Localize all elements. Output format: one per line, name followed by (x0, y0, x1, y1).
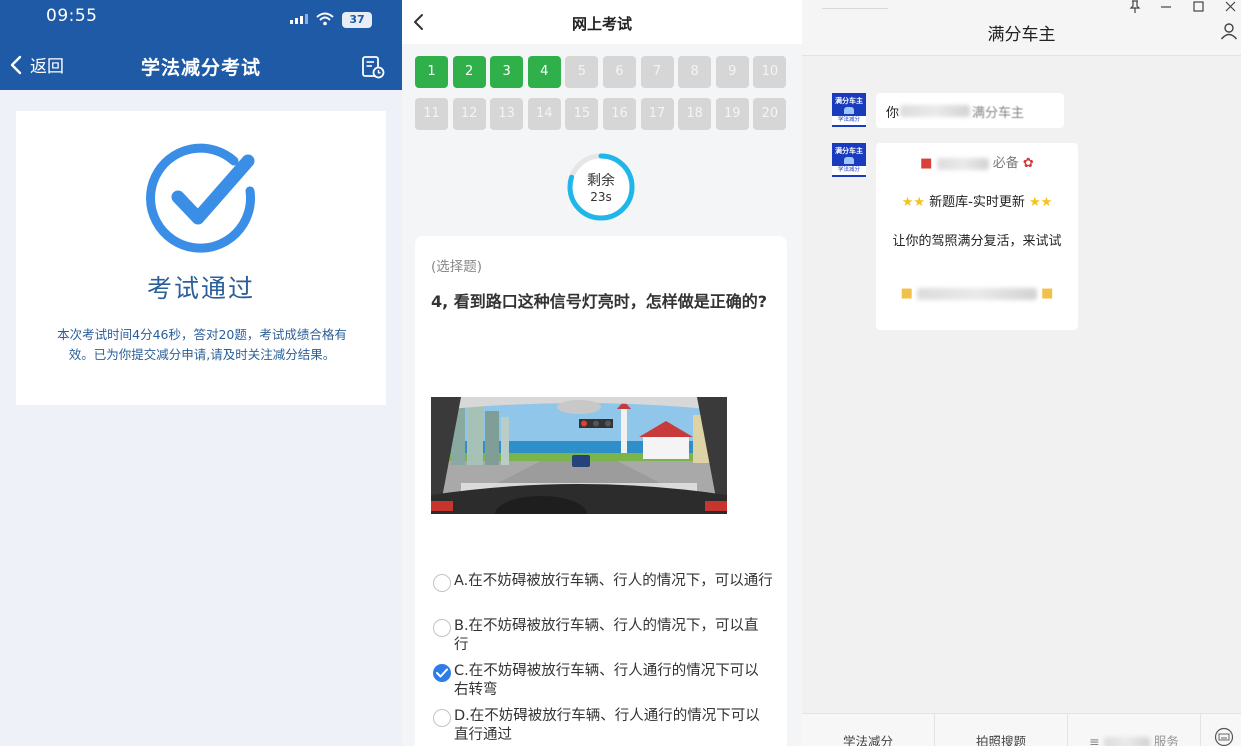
answer-option[interactable]: D.在不妨碍被放行车辆、行人通行的情况下可以直行通过 (433, 707, 773, 745)
question-number-button[interactable]: 7 (640, 56, 674, 88)
answer-option[interactable]: B.在不妨碍被放行车辆、行人的情况下，可以直行 (433, 617, 773, 655)
promo-line: ■ 必备 ✿ (920, 156, 1034, 171)
chat-titlebar: 满分车主 (802, 0, 1241, 56)
exam-title: 网上考试 (571, 15, 632, 33)
question-card: (选择题) 4, 看到路口这种信号灯亮时，怎样做是正确的? A.在不妨碍被放行车… (415, 236, 787, 746)
answer-option[interactable]: C.在不妨碍被放行车辆、行人通行的情况下可以右转弯 (433, 662, 773, 700)
hand-icon: ■ (900, 286, 913, 301)
timer-value: 23s (590, 190, 612, 204)
question-number-button[interactable]: 15 (565, 98, 599, 130)
question-number-button[interactable]: 19 (715, 98, 749, 130)
star-icon: ★ (901, 195, 914, 210)
bottom-menu: 学法减分 拍照搜题 ≡ 服务 (802, 713, 1241, 746)
answer-option-text: B.在不妨碍被放行车辆、行人的情况下，可以直行 (454, 618, 759, 653)
radio-checked-icon[interactable] (433, 664, 451, 682)
message-prefix: 你 (886, 106, 900, 121)
exam-result-screen: 09:55 37 返回 学法减分考试 考试通过 本次考试时间4分46秒，答对20… (0, 0, 402, 746)
question-number-button[interactable]: 12 (452, 98, 486, 130)
exam-header: 网上考试 (402, 0, 802, 44)
question-number-button[interactable]: 20 (753, 98, 787, 130)
answer-option[interactable]: A.在不妨碍被放行车辆、行人的情况下，可以通行 (433, 572, 773, 592)
star-icon: ★ (1028, 195, 1041, 210)
signal-icon (290, 14, 308, 24)
nav-bar: 返回 学法减分考试 (0, 42, 402, 90)
radio-icon[interactable] (433, 619, 451, 637)
redacted-text (917, 287, 1037, 300)
traffic-scene-image (431, 397, 727, 514)
message-bubble: ■ 必备 ✿ ★★ 新题库-实时更新 ★★ 让你的驾照满分复活，来试试 ■ ■ (876, 143, 1078, 330)
question-number-button[interactable]: 3 (490, 56, 524, 88)
redacted-text (936, 157, 989, 170)
question-number-button[interactable]: 5 (565, 56, 599, 88)
result-title: 考试通过 (146, 274, 255, 303)
redacted-text (1103, 736, 1150, 746)
result-card: 考试通过 本次考试时间4分46秒，答对20题，考试成绩合格有效。已为你提交减分申… (16, 111, 386, 405)
question-number-button[interactable]: 1 (415, 56, 448, 88)
question-type: (选择题) (431, 259, 483, 275)
question-number-button[interactable]: 9 (715, 56, 749, 88)
tab-service[interactable]: ≡ 服务 (1068, 714, 1201, 746)
result-description: 本次考试时间4分46秒，答对20题，考试成绩合格有效。已为你提交减分申请,请及时… (57, 327, 347, 362)
question-number-button[interactable]: 11 (415, 98, 448, 130)
record-icon[interactable] (360, 54, 386, 80)
answer-option-text: D.在不妨碍被放行车辆、行人通行的情况下可以直行通过 (454, 708, 760, 743)
success-check-icon (146, 143, 255, 253)
maximize-icon[interactable] (1187, 0, 1209, 14)
tab-photo-search[interactable]: 拍照搜题 (935, 714, 1068, 746)
question-number-button[interactable]: 6 (602, 56, 636, 88)
close-icon[interactable] (1219, 0, 1241, 14)
question-grid: 1 2 3 4 5 6 7 8 9 10 11 12 13 14 15 16 17 18 19 20 (415, 56, 789, 130)
question-number-button[interactable]: 4 (527, 56, 561, 88)
answer-option-text: A.在不妨碍被放行车辆、行人的情况下，可以通行 (454, 573, 773, 589)
page-title: 学法减分考试 (140, 57, 261, 79)
battery-icon: 37 (342, 12, 372, 28)
question-number-button[interactable]: 2 (452, 56, 486, 88)
rose-icon: ✿ (1022, 156, 1034, 171)
question-number-button[interactable]: 10 (753, 56, 787, 88)
question-number-button[interactable]: 18 (678, 98, 712, 130)
user-icon[interactable] (1220, 22, 1238, 40)
tab-study[interactable]: 学法减分 (802, 714, 935, 746)
question-text: 4, 看到路口这种信号灯亮时，怎样做是正确的? (431, 292, 768, 311)
radio-icon[interactable] (433, 574, 451, 592)
divider (822, 8, 888, 9)
gift-icon: ■ (920, 156, 933, 171)
question-number-button[interactable]: 16 (602, 98, 636, 130)
link-line[interactable]: ■ ■ (876, 286, 1078, 301)
minimize-icon[interactable] (1155, 0, 1177, 14)
countdown-timer: 剩余 23s (566, 152, 636, 222)
pin-icon[interactable] (1124, 0, 1146, 14)
chat-window: 满分车主 满分车主 学法减分 你 满分车主 满分车主 学法减分 ■ 必备 ✿ ★… (802, 0, 1241, 746)
redacted-text (900, 105, 970, 117)
question-number-button[interactable]: 14 (527, 98, 561, 130)
message-bubble: 你 满分车主 (876, 93, 1064, 128)
online-exam-screen: 网上考试 1 2 3 4 5 6 7 8 9 10 11 12 13 14 15 16 17 18 19 20 剩余 … (402, 0, 802, 746)
keyboard-icon[interactable] (1214, 727, 1234, 746)
avatar[interactable]: 满分车主 学法减分 (832, 93, 866, 127)
answer-option-text: C.在不妨碍被放行车辆、行人通行的情况下可以右转弯 (454, 663, 759, 698)
menu-icon: ≡ (1089, 734, 1100, 746)
chat-title: 满分车主 (987, 25, 1056, 45)
message-suffix: 满分车主 (972, 106, 1025, 121)
wifi-icon (316, 12, 334, 26)
timer-label: 剩余 (587, 173, 615, 189)
status-time: 09:55 (46, 6, 98, 26)
status-bar: 09:55 37 (0, 0, 402, 42)
hand-icon: ■ (1041, 286, 1054, 301)
question-number-button[interactable]: 8 (678, 56, 712, 88)
invite-line: 让你的驾照满分复活，来试试 (892, 234, 1062, 249)
radio-icon[interactable] (433, 709, 451, 727)
star-icon: ★ (913, 195, 925, 210)
question-number-button[interactable]: 17 (640, 98, 674, 130)
bank-line: ★★ 新题库-实时更新 ★★ (901, 195, 1053, 210)
question-number-button[interactable]: 13 (490, 98, 524, 130)
star-icon: ★ (1040, 195, 1053, 210)
avatar[interactable]: 满分车主 学法减分 (832, 143, 866, 177)
